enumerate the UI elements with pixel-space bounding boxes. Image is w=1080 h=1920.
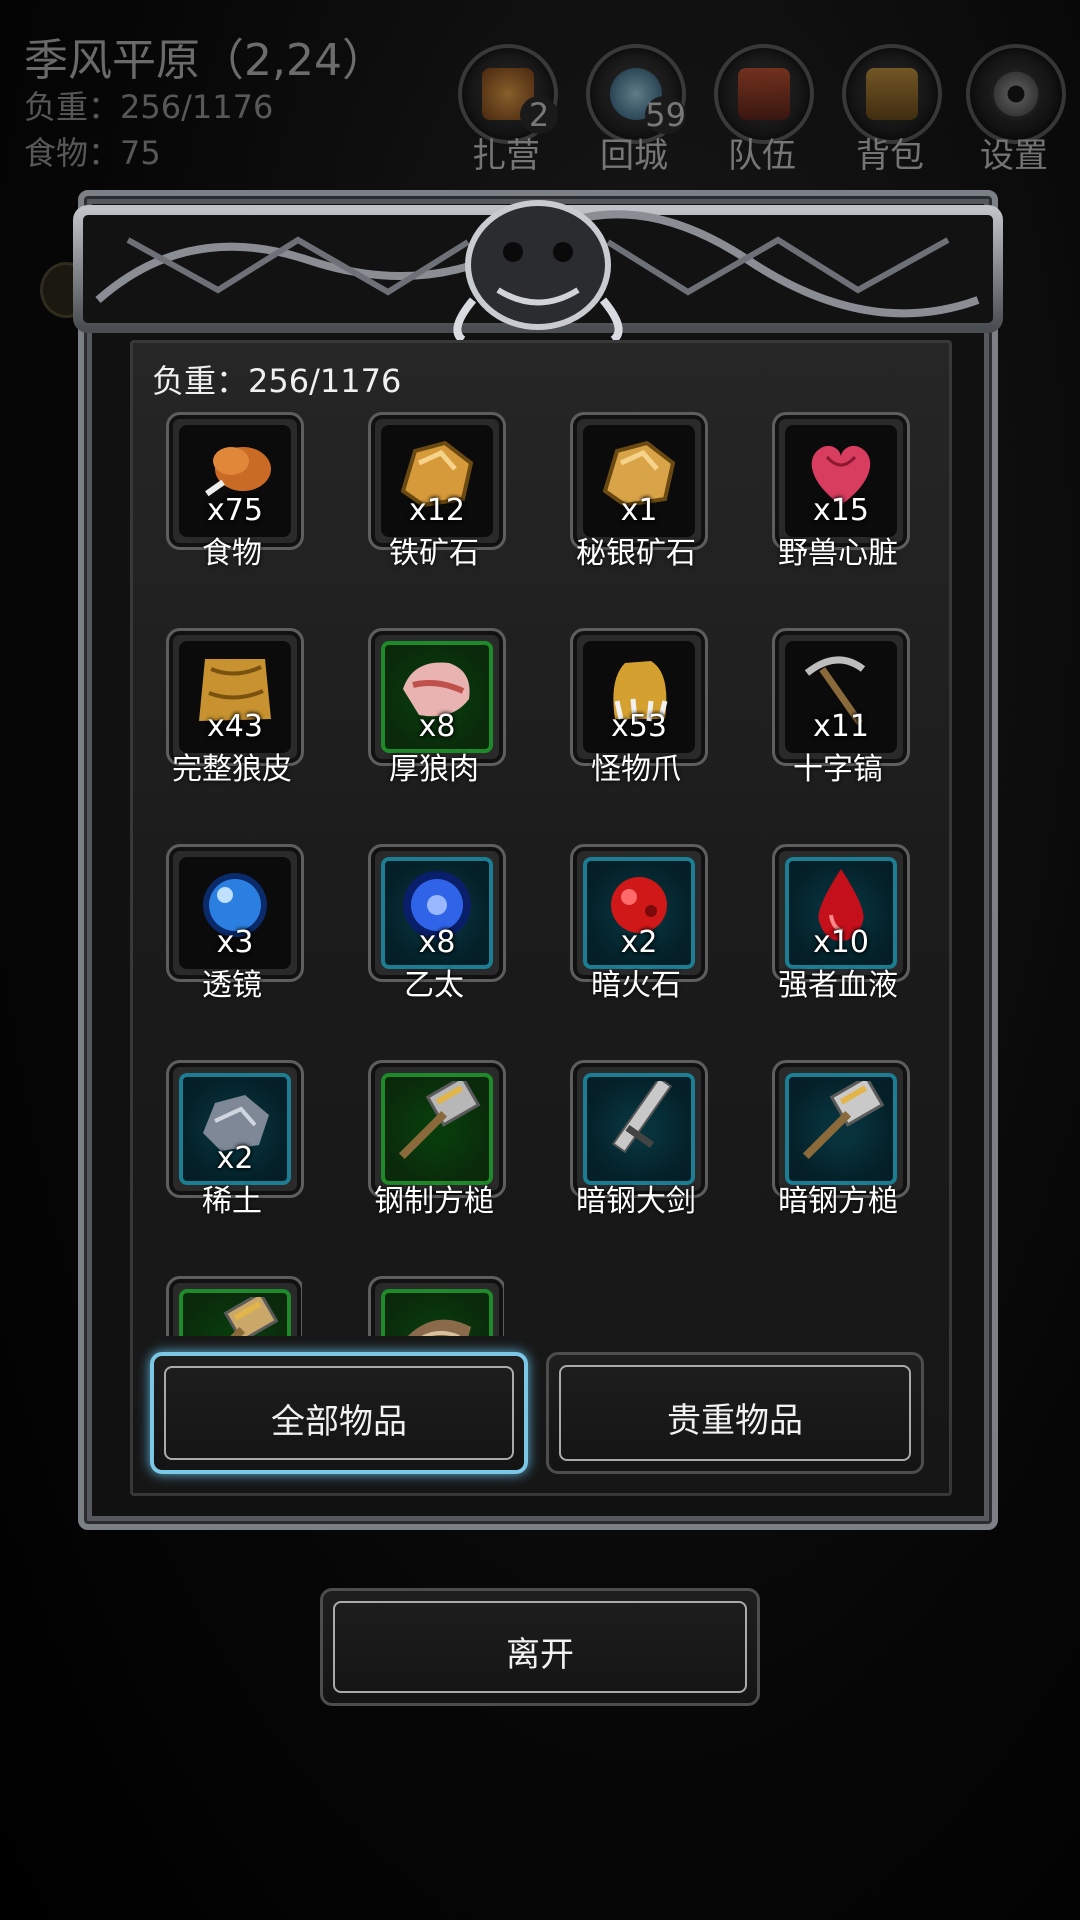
greatsword-icon xyxy=(595,1076,683,1161)
item-name: 食物 xyxy=(202,536,262,571)
item-quantity: x10 xyxy=(813,925,869,960)
hud-food: 食物：75 xyxy=(24,134,161,172)
settings-label: 设置 xyxy=(980,136,1048,176)
return-town-button[interactable]: 59 回城 xyxy=(582,44,686,176)
item-quantity: x53 xyxy=(611,709,667,744)
inventory-slot[interactable]: x43 完整狼皮 xyxy=(166,628,304,787)
inventory-slot[interactable]: x11 十字镐 xyxy=(772,628,910,787)
slot-frame xyxy=(368,1276,504,1336)
item-name: 十字镐 xyxy=(793,752,883,787)
backpack-button[interactable]: 背包 xyxy=(838,44,942,176)
item-quantity: x2 xyxy=(216,1141,254,1176)
gear-icon xyxy=(990,68,1042,120)
location-title: 季风平原（2,24） xyxy=(24,35,386,86)
item-name: 秘银矿石 xyxy=(576,536,696,571)
hammer-icon xyxy=(191,1291,279,1336)
ornate-crest-icon xyxy=(73,200,1003,340)
inventory-slot[interactable]: x75 食物 xyxy=(166,412,304,571)
inventory-slot[interactable]: x15 野兽心脏 xyxy=(772,412,910,571)
camp-button[interactable]: 2 扎营 xyxy=(454,44,558,176)
item-quantity: x2 xyxy=(620,925,658,960)
item-name: 怪物爪 xyxy=(591,752,681,787)
item-quantity: x8 xyxy=(418,925,456,960)
item-name: 厚狼肉 xyxy=(389,752,479,787)
return-town-label: 回城 xyxy=(600,136,668,176)
inventory-slot[interactable]: x8 乙太 xyxy=(368,844,506,1003)
backpack-label: 背包 xyxy=(856,136,924,176)
item-name: 透镜 xyxy=(202,968,262,1003)
item-quantity: x8 xyxy=(418,709,456,744)
inventory-slot[interactable]: 暗钢方槌 xyxy=(772,1060,910,1219)
item-quantity: x15 xyxy=(813,493,869,528)
inventory-slot[interactable]: x2 暗火石 xyxy=(570,844,708,1003)
item-name: 完整狼皮 xyxy=(172,752,292,787)
item-quantity: x11 xyxy=(813,709,869,744)
camp-label: 扎营 xyxy=(472,136,540,176)
hud: 季风平原（2,24） 负重：256/1176 食物：75 2 扎营 59 回城 … xyxy=(0,0,1080,190)
item-name: 铁矿石 xyxy=(389,536,479,571)
inventory-slot[interactable]: x1 秘银矿石 xyxy=(570,412,708,571)
inventory-slot[interactable]: 钢制方槌 xyxy=(368,1060,506,1219)
slot-frame xyxy=(166,1276,302,1336)
team-icon xyxy=(738,68,790,120)
tab-valuable-items[interactable]: 贵重物品 xyxy=(546,1352,924,1474)
item-name: 稀土 xyxy=(202,1184,262,1219)
leave-button[interactable]: 离开 xyxy=(320,1588,760,1706)
item-quantity: x3 xyxy=(216,925,254,960)
item-name: 乙太 xyxy=(404,968,464,1003)
item-name: 强者血液 xyxy=(778,968,898,1003)
item-name: 暗钢方槌 xyxy=(778,1184,898,1219)
team-label: 队伍 xyxy=(728,136,796,176)
inventory-slot[interactable]: 暗钢大剑 xyxy=(570,1060,708,1219)
inventory-slot[interactable]: x2 稀土 xyxy=(166,1060,304,1219)
team-button[interactable]: 队伍 xyxy=(710,44,814,176)
hammer-icon xyxy=(797,1075,885,1161)
item-name: 野兽心脏 xyxy=(778,536,898,571)
item-quantity: x12 xyxy=(409,493,465,528)
inventory-slot[interactable]: x53 怪物爪 xyxy=(570,628,708,787)
tab-all-items[interactable]: 全部物品 xyxy=(150,1352,528,1474)
item-name: 钢制方槌 xyxy=(374,1184,494,1219)
scroll-icon xyxy=(393,1297,481,1336)
tab-valuable-items-label: 贵重物品 xyxy=(667,1401,803,1441)
settings-button[interactable]: 设置 xyxy=(962,44,1066,176)
inventory-slot[interactable] xyxy=(166,1276,302,1336)
item-name: 暗火石 xyxy=(591,968,681,1003)
inventory-slot[interactable]: x3 透镜 xyxy=(166,844,304,1003)
hammer-icon xyxy=(393,1075,481,1161)
hud-weight: 负重：256/1176 xyxy=(24,88,274,126)
item-quantity: x1 xyxy=(620,493,658,528)
backpack-icon xyxy=(866,68,918,120)
item-name: 暗钢大剑 xyxy=(576,1184,696,1219)
item-quantity: x75 xyxy=(207,493,263,528)
item-quantity: x43 xyxy=(207,709,263,744)
inventory-slot[interactable]: x12 铁矿石 xyxy=(368,412,506,571)
inventory-slot[interactable]: x10 强者血液 xyxy=(772,844,910,1003)
panel-weight: 负重：256/1176 xyxy=(152,362,402,400)
inventory-slot[interactable]: x8 厚狼肉 xyxy=(368,628,506,787)
tab-all-items-label: 全部物品 xyxy=(271,1402,407,1442)
leave-label: 离开 xyxy=(506,1635,574,1675)
inventory-slot[interactable] xyxy=(368,1276,504,1336)
